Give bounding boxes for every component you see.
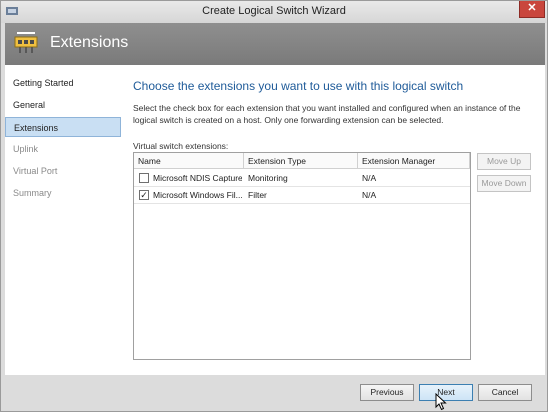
- row-manager: N/A: [362, 190, 377, 200]
- network-switch-icon: [14, 32, 38, 53]
- extensions-grid: Name Extension Type Extension Manager Mi…: [133, 152, 471, 360]
- row-name: Microsoft Windows Fil...: [153, 190, 242, 200]
- main-panel: Choose the extensions you want to use wi…: [123, 65, 545, 375]
- close-button[interactable]: ✕: [519, 1, 545, 18]
- column-header-name[interactable]: Name: [134, 153, 244, 169]
- row-checkbox[interactable]: ✓: [139, 190, 149, 200]
- section-heading: Choose the extensions you want to use wi…: [133, 79, 464, 93]
- nav-item-virtual-port: Virtual Port: [13, 166, 58, 176]
- footer-bar: Previous Next Cancel: [1, 375, 547, 411]
- row-type: Filter: [248, 190, 267, 200]
- mouse-pointer-icon: [435, 393, 447, 411]
- move-up-button[interactable]: Move Up: [477, 153, 531, 170]
- row-name: Microsoft NDIS Capture: [153, 173, 242, 183]
- title-bar[interactable]: Create Logical Switch Wizard ✕: [1, 1, 547, 23]
- nav-item-getting-started[interactable]: Getting Started: [5, 73, 121, 93]
- row-manager: N/A: [362, 173, 377, 183]
- wizard-nav: Getting Started General Extensions Uplin…: [5, 65, 123, 375]
- row-checkbox[interactable]: [139, 173, 149, 183]
- previous-button[interactable]: Previous: [360, 384, 414, 401]
- table-row[interactable]: Microsoft NDIS Capture Monitoring N/A: [134, 170, 470, 187]
- page-header: Extensions: [5, 23, 545, 65]
- grid-header: Name Extension Type Extension Manager: [134, 153, 470, 169]
- window-title: Create Logical Switch Wizard: [202, 5, 346, 17]
- nav-item-summary: Summary: [13, 188, 52, 198]
- extensions-list-label: Virtual switch extensions:: [133, 141, 229, 151]
- row-type: Monitoring: [248, 173, 288, 183]
- table-row[interactable]: ✓ Microsoft Windows Fil... Filter N/A: [134, 187, 470, 204]
- column-header-extension-manager[interactable]: Extension Manager: [358, 153, 470, 169]
- nav-item-general[interactable]: General: [5, 95, 121, 115]
- page-title: Extensions: [50, 34, 129, 51]
- nav-item-uplink: Uplink: [13, 144, 39, 154]
- wizard-window: Create Logical Switch Wizard ✕ Extension…: [0, 0, 548, 412]
- move-down-button[interactable]: Move Down: [477, 175, 531, 192]
- cancel-button[interactable]: Cancel: [478, 384, 532, 401]
- nav-item-extensions[interactable]: Extensions: [5, 117, 121, 137]
- section-description: Select the check box for each extension …: [133, 103, 521, 125]
- column-header-extension-type[interactable]: Extension Type: [244, 153, 358, 169]
